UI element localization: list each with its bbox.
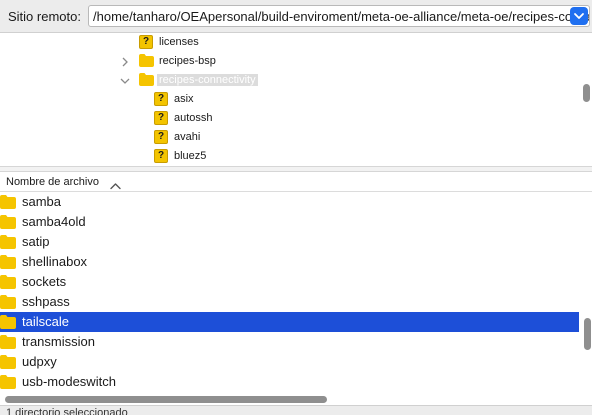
folder-icon [0,375,16,389]
remote-path-combobox[interactable]: /home/tanharo/OEApersonal/build-envirome… [88,5,590,27]
file-name: usb-modeswitch [22,374,116,389]
file-name: satip [22,234,50,249]
tree-item-label: bluez5 [174,150,207,162]
folder-icon [139,54,154,68]
chevron-down-icon[interactable] [120,76,130,86]
column-header-filename[interactable]: Nombre de archivo [6,176,99,188]
file-name: shellinabox [22,254,88,269]
list-item[interactable]: samba [0,192,579,212]
list-item[interactable]: sockets [0,272,579,292]
list-item-selected[interactable]: tailscale [0,312,579,332]
folder-icon [0,355,16,369]
file-name: udpxy [22,354,57,369]
tree-item-label: autossh [174,112,213,124]
list-item[interactable]: samba4old [0,212,579,232]
list-item[interactable]: usb-modeswitch [0,372,579,392]
remote-site-bar: Sitio remoto: /home/tanharo/OEApersonal/… [0,0,592,33]
file-list-vertical-scrollbar[interactable] [584,318,591,350]
folder-icon [0,235,16,249]
chevron-right-icon[interactable] [120,57,130,67]
tree-vertical-scrollbar[interactable] [583,84,590,102]
file-list-horizontal-scrollbar[interactable] [5,396,327,403]
dropdown-chevron-icon[interactable] [570,7,588,25]
tree-item-label: recipes-connectivity [157,74,258,86]
folder-icon [0,195,16,209]
tree-item-label: avahi [174,131,201,143]
folder-icon [139,73,154,87]
list-item[interactable]: shellinabox [0,252,579,272]
file-name: samba4old [22,214,86,229]
folder-icon [0,215,16,229]
tree-item-label: licenses [159,36,199,48]
file-name: tailscale [22,314,69,329]
unknown-question-icon: ? [154,111,168,125]
unknown-question-icon: ? [139,35,153,49]
folder-icon [0,295,16,309]
remote-site-label: Sitio remoto: [8,9,81,24]
unknown-question-icon: ? [154,149,168,163]
list-item[interactable]: satip [0,232,579,252]
unknown-question-icon: ? [154,130,168,144]
list-item[interactable]: transmission [0,332,579,352]
folder-icon [0,315,16,329]
file-name: sshpass [22,294,70,309]
unknown-question-icon: ? [154,92,168,106]
file-name: sockets [22,274,67,289]
file-list-horizontal-scrollbar-track [0,393,592,405]
file-name: transmission [22,334,95,349]
remote-directory-tree[interactable]: ? licenses recipes-bsp recipes-connectiv… [0,33,592,166]
list-item[interactable]: udpxy [0,352,579,372]
folder-icon [0,335,16,349]
status-bar: 1 directorio seleccionado [0,405,592,415]
folder-icon [0,275,16,289]
status-text: 1 directorio seleccionado [6,407,128,415]
remote-path-value[interactable]: /home/tanharo/OEApersonal/build-envirome… [93,9,589,24]
remote-file-list[interactable]: samba samba4old satip shellinabox socket… [0,192,592,393]
tree-item-label: recipes-bsp [159,55,216,67]
list-item[interactable]: sshpass [0,292,579,312]
tree-item-label: asix [174,93,194,105]
folder-icon [0,255,16,269]
file-list-header: Nombre de archivo [0,172,592,192]
file-name: samba [22,194,62,209]
